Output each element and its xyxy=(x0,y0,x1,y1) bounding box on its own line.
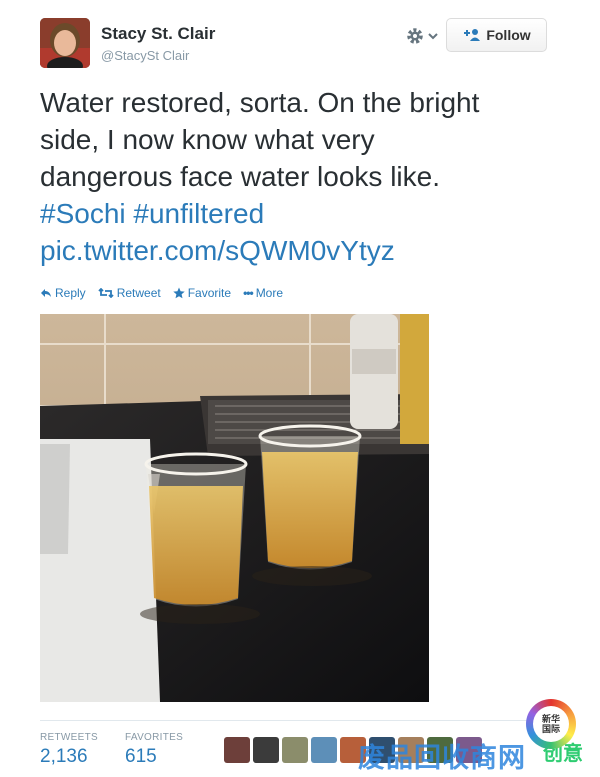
favorite-button[interactable]: Favorite xyxy=(173,286,231,300)
reply-icon xyxy=(41,289,51,297)
follow-label: Follow xyxy=(486,27,531,43)
user-handle[interactable]: @StacySt Clair xyxy=(101,48,189,63)
follow-button[interactable]: Follow xyxy=(446,18,547,52)
favoriter-avatar[interactable] xyxy=(253,737,279,763)
avatar-image xyxy=(40,18,90,68)
pic-link[interactable]: pic.twitter.com/sQWM0vYtyz xyxy=(40,232,560,269)
badge-text: 新华 国际 xyxy=(533,706,569,742)
favoriter-avatar[interactable] xyxy=(282,737,308,763)
favoriter-avatar[interactable] xyxy=(224,737,250,763)
water-glasses-image xyxy=(40,314,429,702)
tweet-line: Water restored, sorta. On the bright xyxy=(40,87,480,118)
glass-right xyxy=(258,424,362,570)
gear-icon xyxy=(407,28,423,44)
favorites-label: FAVORITES xyxy=(125,732,184,743)
tweet-text: Water restored, sorta. On the bright sid… xyxy=(40,84,560,269)
retweets-label: RETWEETS xyxy=(40,732,98,743)
retweet-icon xyxy=(98,288,114,298)
favorite-label: Favorite xyxy=(187,286,232,300)
watermark-text: 废品回收商网 xyxy=(358,743,526,773)
chevron-down-icon xyxy=(428,33,438,40)
more-options-button[interactable] xyxy=(405,25,443,47)
news-badge-logo: 新华 国际 xyxy=(526,699,576,749)
tweet-actions: Reply Retweet Favorite ••• More xyxy=(40,286,283,300)
reply-button[interactable]: Reply xyxy=(40,286,86,300)
retweet-label: Retweet xyxy=(116,286,161,300)
add-user-icon xyxy=(464,29,481,41)
more-button[interactable]: ••• More xyxy=(243,286,283,300)
star-icon xyxy=(173,287,185,299)
badge-line2: 国际 xyxy=(541,724,560,734)
ellipsis-icon: ••• xyxy=(243,286,254,300)
tweet-line: dangerous face water looks like. xyxy=(40,161,440,192)
avatar[interactable] xyxy=(40,18,90,68)
favorites-count[interactable]: 615 xyxy=(125,746,157,768)
glass-left xyxy=(144,452,248,607)
retweets-count[interactable]: 2,136 xyxy=(40,746,88,768)
tweet-line: side, I now know what very xyxy=(40,124,375,155)
badge-line1: 新华 xyxy=(541,714,560,724)
more-label: More xyxy=(255,286,284,300)
favoriter-avatar[interactable] xyxy=(311,737,337,763)
user-name[interactable]: Stacy St. Clair xyxy=(101,24,215,44)
tweet-photo[interactable] xyxy=(40,314,429,702)
retweet-button[interactable]: Retweet xyxy=(98,286,161,300)
reply-label: Reply xyxy=(55,286,86,300)
hashtag-links[interactable]: #Sochi #unfiltered xyxy=(40,195,560,232)
divider xyxy=(40,720,560,721)
